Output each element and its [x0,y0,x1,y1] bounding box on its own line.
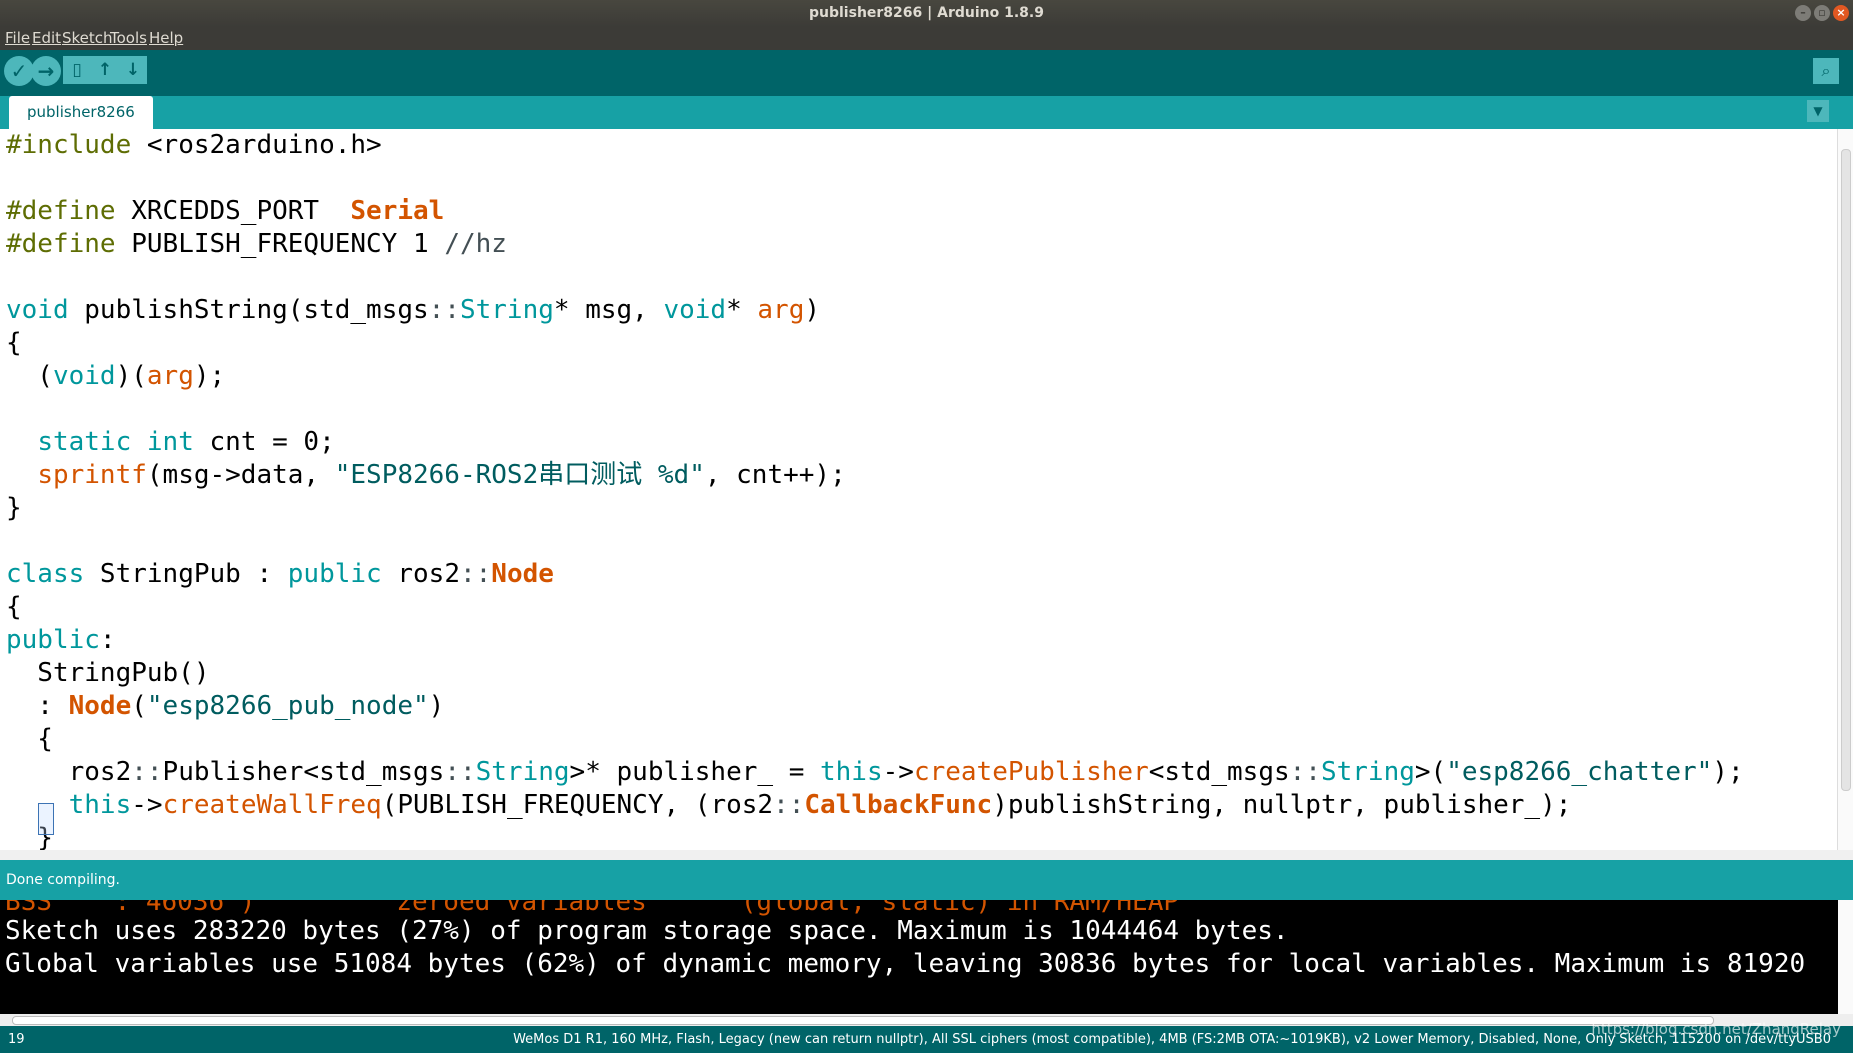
editor-scrollbar[interactable] [1837,129,1853,850]
console-line: Global variables use 51084 bytes (62%) o… [5,949,1806,979]
code-line[interactable]: : Node("esp8266_pub_node") [0,690,1838,723]
checkmark-icon: ✓ [10,59,28,83]
code-editor[interactable]: #include <ros2arduino.h> #define XRCEDDS… [0,129,1838,850]
code-area[interactable]: #include <ros2arduino.h> #define XRCEDDS… [0,129,1838,850]
bottom-status-bar: 19 WeMos D1 R1, 160 MHz, Flash, Legacy (… [0,1026,1853,1053]
code-line[interactable] [0,393,1838,426]
code-line[interactable]: { [0,591,1838,624]
code-line[interactable]: public: [0,624,1838,657]
line-number: 19 [8,1032,25,1047]
maximize-icon[interactable]: ▫ [1814,5,1830,21]
menu-sketch[interactable]: Sketch [62,29,113,47]
chevron-down-icon: ▼ [1813,104,1823,118]
open-sketch-button[interactable]: ↑ [91,56,119,84]
toolbar: ✓ → ▯ ↑ ↓ ⌕ [0,50,1853,96]
menu-help[interactable]: Help [149,29,183,47]
code-line[interactable]: #define PUBLISH_FREQUENCY 1 //hz [0,228,1838,261]
text-cursor [38,803,54,835]
serial-monitor-button[interactable]: ⌕ [1813,58,1839,84]
code-line[interactable]: #include <ros2arduino.h> [0,129,1838,162]
minimize-icon[interactable]: – [1795,5,1811,21]
console-horizontal-scrollbar[interactable] [0,1014,1853,1026]
verify-button[interactable]: ✓ [4,56,34,86]
arrow-right-icon: → [37,59,55,83]
menu-file[interactable]: File [5,29,30,47]
code-line[interactable] [0,162,1838,195]
code-line[interactable]: (void)(arg); [0,360,1838,393]
console-scrollbar-thumb[interactable] [12,1016,1714,1025]
code-line[interactable]: class StringPub : public ros2::Node [0,558,1838,591]
window-title: publisher8266 | Arduino 1.8.9 [809,5,1044,21]
code-line[interactable]: void publishString(std_msgs::String* msg… [0,294,1838,327]
code-line[interactable]: sprintf(msg->data, "ESP8266-ROS2串口测试 %d"… [0,459,1838,492]
title-bar: publisher8266 | Arduino 1.8.9 – ▫ × [0,0,1853,27]
upload-button[interactable]: → [31,56,61,86]
menu-bar: File Edit Sketch Tools Help [0,27,1853,50]
code-line[interactable]: ros2::Publisher<std_msgs::String>* publi… [0,756,1838,789]
new-sketch-button[interactable]: ▯ [63,56,91,84]
code-line[interactable]: { [0,723,1838,756]
tab-publisher8266[interactable]: publisher8266 [9,96,153,129]
arrow-up-icon: ↑ [97,60,113,80]
tab-menu-button[interactable]: ▼ [1807,100,1829,122]
code-line[interactable] [0,525,1838,558]
console-output: BSS : 46036 ) zeroed variables (global, … [0,900,1838,1014]
watermark: https://blog.csdn.net/ZhangRelay [1591,1020,1841,1038]
console-scrollbar[interactable] [1838,900,1853,1014]
code-line[interactable]: #define XRCEDDS_PORT Serial [0,195,1838,228]
status-message: Done compiling. [6,872,120,888]
document-icon: ▯ [72,60,82,80]
code-line[interactable]: } [0,492,1838,525]
console-line: Sketch uses 283220 bytes (27%) of progra… [5,916,1289,946]
close-icon[interactable]: × [1833,5,1849,21]
menu-edit[interactable]: Edit [32,29,61,47]
tab-bar: publisher8266 ▼ [0,96,1853,129]
menu-tools[interactable]: Tools [110,29,147,47]
pane-splitter[interactable] [0,850,1853,860]
code-line[interactable]: { [0,327,1838,360]
save-sketch-button[interactable]: ↓ [119,56,147,84]
status-strip: Done compiling. [0,860,1853,900]
arrow-down-icon: ↓ [125,60,141,80]
code-line[interactable]: static int cnt = 0; [0,426,1838,459]
code-line[interactable] [0,261,1838,294]
code-line[interactable]: StringPub() [0,657,1838,690]
code-line[interactable]: } [0,822,1838,850]
editor-scrollbar-thumb[interactable] [1841,149,1851,791]
magnifier-icon: ⌕ [1821,61,1831,80]
code-line[interactable]: this->createWallFreq(PUBLISH_FREQUENCY, … [0,789,1838,822]
